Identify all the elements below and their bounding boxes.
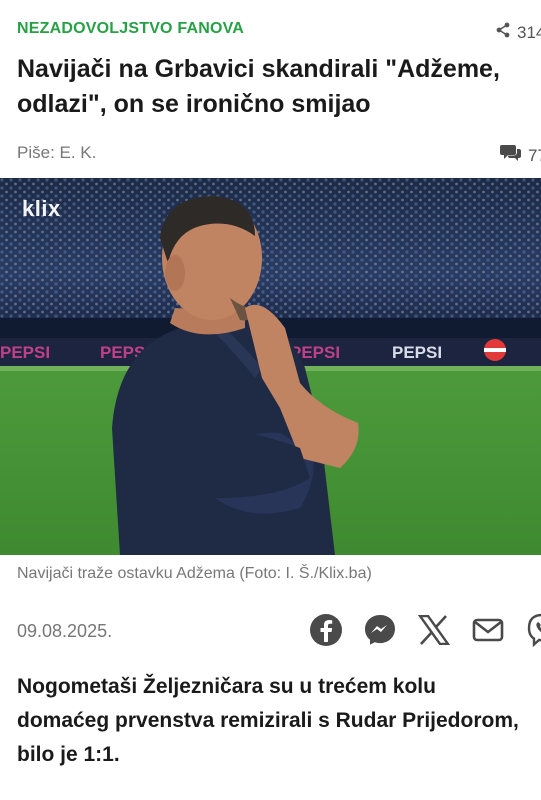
x-share-button[interactable] xyxy=(415,611,452,648)
share-count-value: 314 xyxy=(517,22,541,42)
article-photo[interactable]: PEPSI PEPSI PEPSI PEPSI xyxy=(0,178,541,555)
photo-watermark: klix xyxy=(22,196,61,221)
author-byline: Piše: E. K. xyxy=(17,143,97,162)
svg-text:PEPSI: PEPSI xyxy=(0,343,50,362)
comments-icon xyxy=(500,143,522,168)
share-count[interactable]: 314 xyxy=(495,22,541,43)
mail-icon xyxy=(472,618,503,641)
mail-share-button[interactable] xyxy=(469,611,506,648)
category-label[interactable]: NEZADOVOLJSTVO FANOVA xyxy=(17,20,244,38)
svg-text:PEPSI: PEPSI xyxy=(392,343,442,362)
facebook-share-button[interactable] xyxy=(307,611,344,648)
article-title: Navijači na Grbavici skandirali "Adžeme,… xyxy=(17,55,500,118)
facebook-icon xyxy=(309,613,342,646)
viber-icon xyxy=(527,613,541,647)
comments-count[interactable]: 77 xyxy=(500,143,541,168)
article-date: 09.08.2025. xyxy=(17,621,113,641)
messenger-share-button[interactable] xyxy=(361,611,398,648)
photo-caption: Navijači traže ostavku Adžema (Foto: I. … xyxy=(17,565,372,582)
article-lead: Nogometaši Željezničara su u trećem kolu… xyxy=(17,675,519,766)
share-icon xyxy=(495,22,511,43)
x-icon xyxy=(417,614,450,645)
messenger-icon xyxy=(364,614,395,645)
comments-count-value: 77 xyxy=(528,145,541,165)
share-buttons xyxy=(307,611,541,648)
viber-share-button[interactable] xyxy=(523,611,541,648)
